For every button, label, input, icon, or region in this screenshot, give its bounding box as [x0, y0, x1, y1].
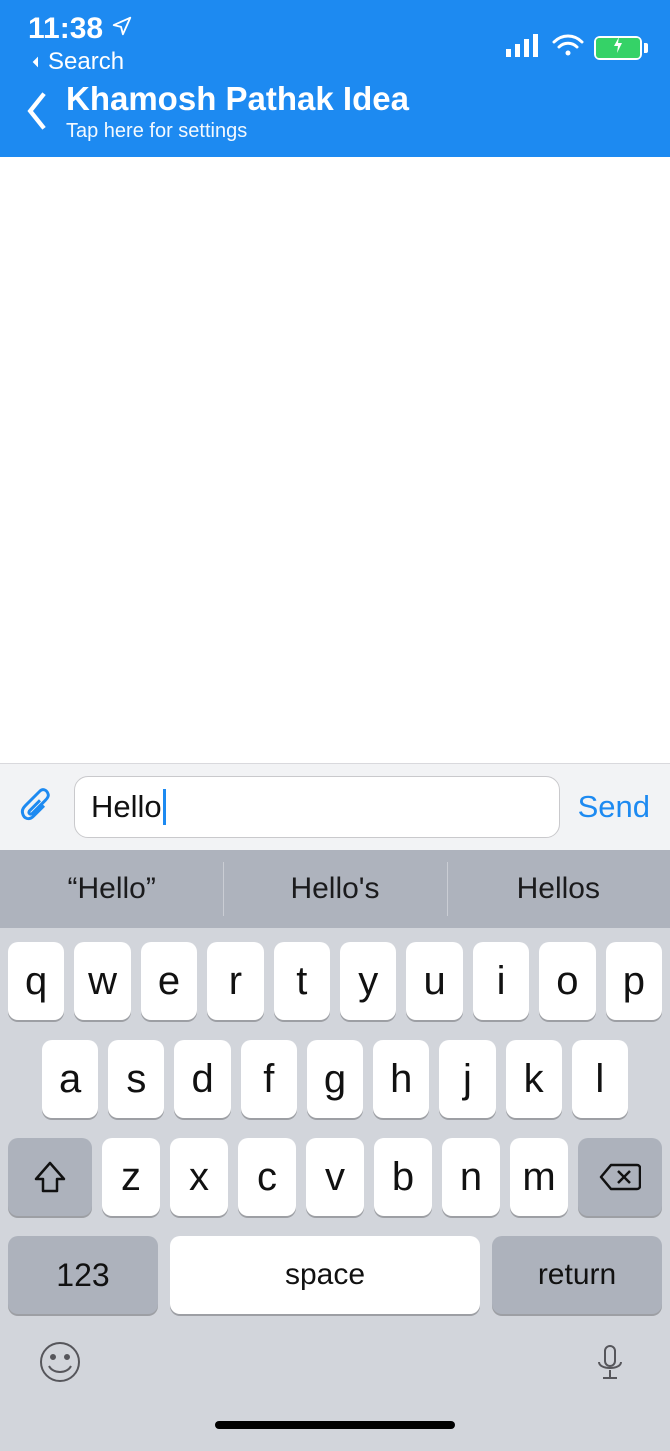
key-g[interactable]: g	[307, 1040, 363, 1118]
status-bar: 11:38 Search	[0, 0, 670, 77]
key-a[interactable]: a	[42, 1040, 98, 1118]
key-j[interactable]: j	[439, 1040, 495, 1118]
back-button[interactable]	[10, 83, 66, 139]
key-e[interactable]: e	[141, 942, 197, 1020]
key-m[interactable]: m	[510, 1138, 568, 1216]
key-r[interactable]: r	[207, 942, 263, 1020]
key-y[interactable]: y	[340, 942, 396, 1020]
return-key[interactable]: return	[492, 1236, 662, 1314]
compose-bar: Hello Send	[0, 763, 670, 850]
status-time: 11:38	[28, 12, 103, 46]
key-z[interactable]: z	[102, 1138, 160, 1216]
key-c[interactable]: c	[238, 1138, 296, 1216]
key-b[interactable]: b	[374, 1138, 432, 1216]
keyboard-suggestions-bar: “Hello” Hello's Hellos	[0, 850, 670, 928]
send-button[interactable]: Send	[574, 789, 658, 825]
suggestion-2[interactable]: Hello's	[223, 850, 446, 928]
battery-icon	[594, 36, 648, 60]
chat-title-area[interactable]: Khamosh Pathak Idea Tap here for setting…	[66, 80, 409, 143]
key-l[interactable]: l	[572, 1040, 628, 1118]
key-n[interactable]: n	[442, 1138, 500, 1216]
numbers-key[interactable]: 123	[8, 1236, 158, 1314]
shift-key[interactable]	[8, 1138, 92, 1216]
key-q[interactable]: q	[8, 942, 64, 1020]
location-icon	[111, 15, 133, 42]
key-k[interactable]: k	[506, 1040, 562, 1118]
wifi-icon	[552, 33, 584, 62]
space-key[interactable]: space	[170, 1236, 480, 1314]
key-p[interactable]: p	[606, 942, 662, 1020]
key-w[interactable]: w	[74, 942, 130, 1020]
key-u[interactable]: u	[406, 942, 462, 1020]
suggestion-3[interactable]: Hellos	[447, 850, 670, 928]
key-o[interactable]: o	[539, 942, 595, 1020]
suggestion-1[interactable]: “Hello”	[0, 850, 223, 928]
key-f[interactable]: f	[241, 1040, 297, 1118]
dictation-button[interactable]	[588, 1340, 632, 1389]
keyboard: q w e r t y u i o p a s d f g h j k l z	[0, 928, 670, 1451]
back-to-app-label: Search	[48, 48, 124, 76]
key-x[interactable]: x	[170, 1138, 228, 1216]
key-d[interactable]: d	[174, 1040, 230, 1118]
attach-button[interactable]	[12, 783, 60, 831]
home-indicator[interactable]	[8, 1421, 662, 1429]
key-s[interactable]: s	[108, 1040, 164, 1118]
key-t[interactable]: t	[274, 942, 330, 1020]
emoji-button[interactable]	[38, 1340, 82, 1389]
key-i[interactable]: i	[473, 942, 529, 1020]
chat-subtitle: Tap here for settings	[66, 120, 409, 143]
chat-message-area[interactable]	[0, 157, 670, 763]
back-to-app-button[interactable]: Search	[28, 48, 124, 76]
text-cursor	[163, 789, 166, 825]
message-input[interactable]: Hello	[74, 776, 560, 838]
backspace-key[interactable]	[578, 1138, 662, 1216]
chat-title: Khamosh Pathak Idea	[66, 80, 409, 118]
cellular-signal-icon	[506, 33, 542, 62]
chat-header: Khamosh Pathak Idea Tap here for setting…	[0, 77, 670, 157]
key-h[interactable]: h	[373, 1040, 429, 1118]
key-v[interactable]: v	[306, 1138, 364, 1216]
message-input-text: Hello	[91, 789, 162, 825]
